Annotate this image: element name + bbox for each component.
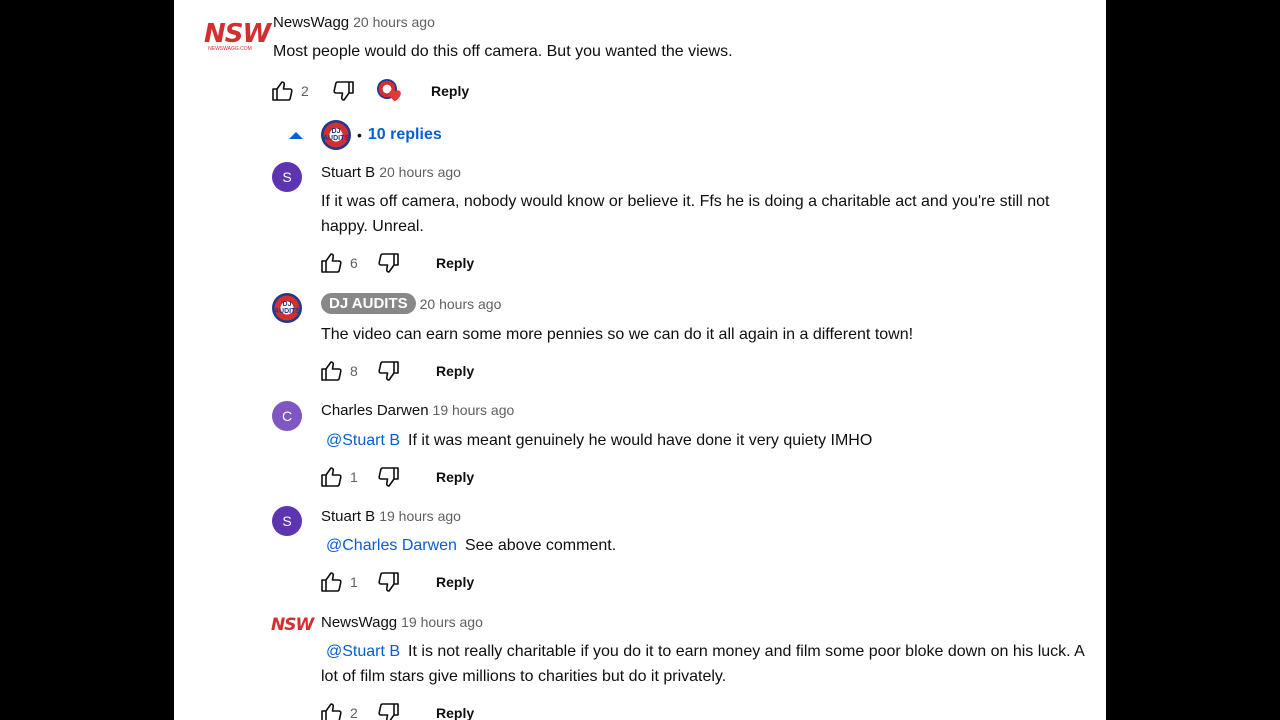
like-icon[interactable] <box>318 569 344 595</box>
reply-button[interactable]: Reply <box>436 255 474 271</box>
avatar-newswagg[interactable]: NSW <box>271 614 314 636</box>
comment-time[interactable]: 19 hours ago <box>433 402 515 418</box>
avatar[interactable]: C <box>272 401 302 431</box>
creator-avatar: DJ AUDITS <box>321 120 351 150</box>
mention-link[interactable]: @Stuart B <box>326 643 400 660</box>
comment-text-row: @Charles Darwen See above comment. <box>326 533 1091 558</box>
like-count: 6 <box>350 255 358 271</box>
like-icon[interactable] <box>318 358 344 384</box>
logo-caption: NEWSWAGG.COM <box>208 46 252 52</box>
dislike-icon[interactable] <box>376 464 402 490</box>
comment-author[interactable]: Stuart B <box>321 164 375 181</box>
comment-header: DJ AUDITS 20 hours ago <box>321 293 501 314</box>
mention-link[interactable]: @Charles Darwen <box>326 537 457 554</box>
comments-panel: NSW NEWSWAGG.COM NewsWagg 20 hours ago Mo… <box>174 0 1106 720</box>
comment-author[interactable]: NewsWagg <box>273 14 349 31</box>
comment-author[interactable]: Charles Darwen <box>321 402 429 419</box>
like-count: 1 <box>350 469 358 485</box>
dislike-icon[interactable] <box>376 569 402 595</box>
reply-button[interactable]: Reply <box>436 363 474 379</box>
avatar[interactable]: S <box>272 162 302 192</box>
comment-time[interactable]: 20 hours ago <box>379 164 461 180</box>
comment-actions: 8 Reply <box>318 356 474 386</box>
creator-heart <box>377 77 405 105</box>
like-count: 2 <box>350 705 358 720</box>
reply-button[interactable]: Reply <box>436 469 474 485</box>
replies-count-link[interactable]: 10 replies <box>368 126 442 144</box>
like-count: 8 <box>350 363 358 379</box>
heart-icon <box>389 90 401 102</box>
comment-time[interactable]: 20 hours ago <box>420 296 502 312</box>
comment-text-row: @Stuart B If it was meant genuinely he wo… <box>326 428 1091 453</box>
avatar-newswagg[interactable]: NSW NEWSWAGG.COM <box>204 19 271 56</box>
dislike-icon[interactable] <box>376 250 402 276</box>
comment-text: Most people would do this off camera. Bu… <box>273 43 733 60</box>
avatar[interactable]: S <box>272 506 302 536</box>
comment-header: NewsWagg 19 hours ago <box>321 614 483 632</box>
comment-actions: 2 Reply <box>269 76 469 106</box>
newswagg-logo: NSW <box>204 19 271 49</box>
comment-time[interactable]: 19 hours ago <box>379 508 461 524</box>
like-count: 2 <box>301 83 309 99</box>
comment-time[interactable]: 19 hours ago <box>401 614 483 630</box>
separator-dot: • <box>357 127 362 143</box>
comment-text: If it was off camera, nobody would know … <box>321 193 1050 235</box>
comment-text: It is not really charitable if you do it… <box>321 643 1084 685</box>
like-icon[interactable] <box>318 700 344 720</box>
dislike-icon[interactable] <box>331 78 357 104</box>
comment-header: Charles Darwen 19 hours ago <box>321 402 514 420</box>
comment-author[interactable]: Stuart B <box>321 508 375 525</box>
mention-link[interactable]: @Stuart B <box>326 432 400 449</box>
comment-text: The video can earn some more pennies so … <box>321 326 914 343</box>
reply-button[interactable]: Reply <box>431 83 469 99</box>
like-icon[interactable] <box>318 250 344 276</box>
comment-text-row: @Stuart B It is not really charitable if … <box>321 639 1091 689</box>
comment-actions: 1 Reply <box>318 567 474 597</box>
comment-header: Stuart B 19 hours ago <box>321 508 461 526</box>
reply-button[interactable]: Reply <box>436 574 474 590</box>
comment-text: If it was meant genuinely he would have … <box>408 432 873 449</box>
comment-header: Stuart B 20 hours ago <box>321 164 461 182</box>
replies-toggle[interactable]: DJ AUDITS • 10 replies <box>288 120 442 150</box>
creator-badge[interactable]: DJ AUDITS <box>321 293 416 314</box>
comment-actions: 1 Reply <box>318 462 474 492</box>
reply-button[interactable]: Reply <box>436 705 474 720</box>
dislike-icon[interactable] <box>376 700 402 720</box>
comment-actions: 6 Reply <box>318 248 474 278</box>
comment-author[interactable]: NewsWagg <box>321 614 397 631</box>
comment-header: NewsWagg 20 hours ago <box>273 14 435 32</box>
like-icon[interactable] <box>269 78 295 104</box>
like-icon[interactable] <box>318 464 344 490</box>
comment-time[interactable]: 20 hours ago <box>353 14 435 30</box>
comment-actions: 2 Reply <box>318 698 474 720</box>
comment-text: See above comment. <box>464 537 617 554</box>
like-count: 1 <box>350 574 358 590</box>
avatar-dj-audits[interactable]: DJ AUDITS <box>272 293 302 323</box>
dislike-icon[interactable] <box>376 358 402 384</box>
collapse-icon[interactable] <box>288 130 304 140</box>
